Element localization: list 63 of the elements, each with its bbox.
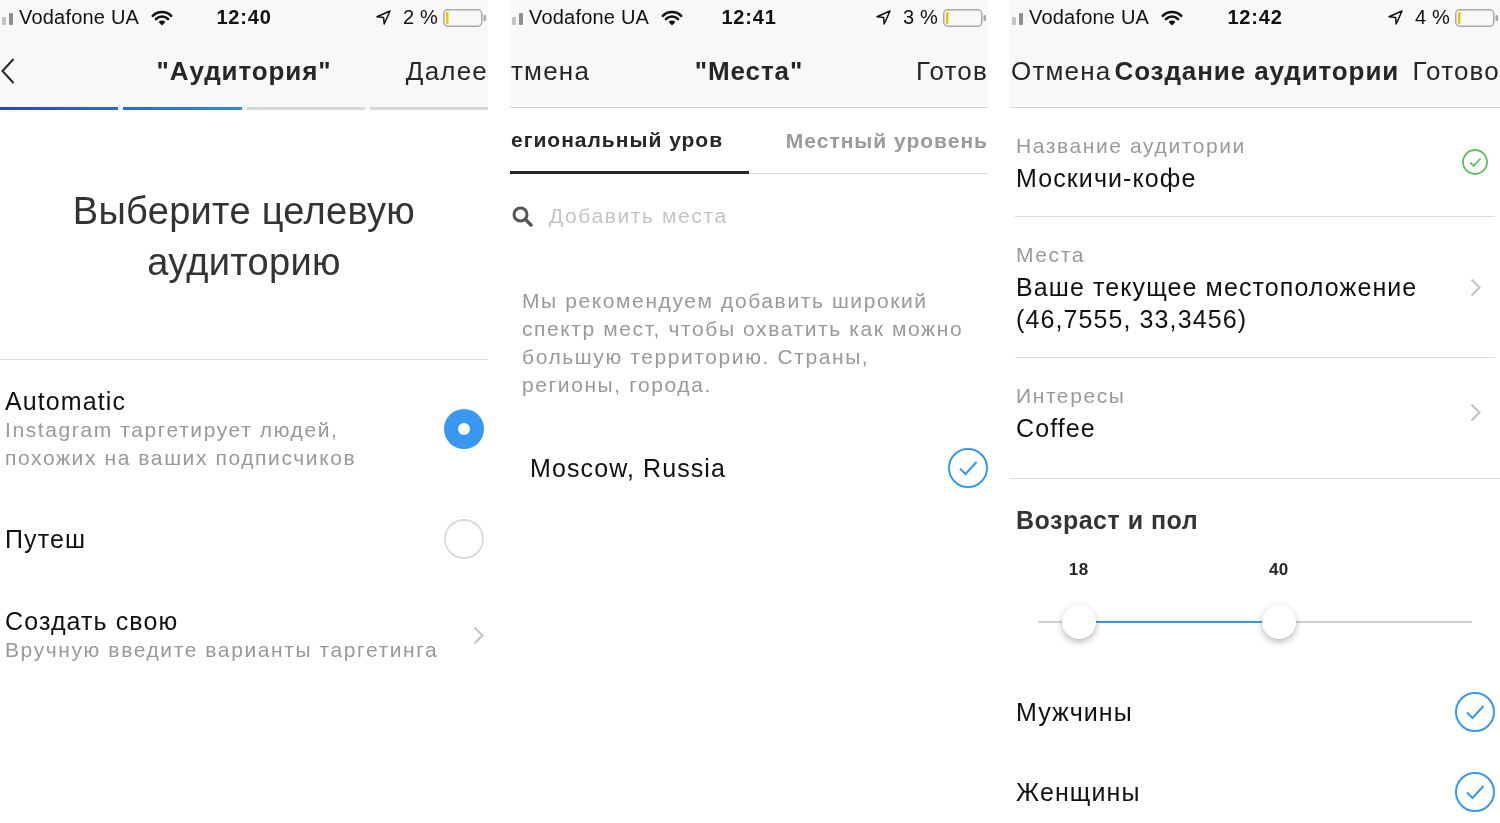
hint-text: Мы рекомендуем добавить широкий спектр мест, чтобы охватить как можно большую территорию. Страны, регионы, города. — [522, 288, 965, 398]
field-label: Название аудитории — [1016, 133, 1246, 159]
chevron-right-icon[interactable] — [473, 625, 484, 645]
wifi-icon — [661, 9, 684, 26]
slider-thumb[interactable] — [1261, 605, 1296, 639]
radio-button[interactable] — [444, 409, 484, 449]
battery-icon — [943, 8, 986, 27]
field-value: Москичи-кофе — [1016, 163, 1198, 194]
location-arrow-icon — [375, 10, 391, 25]
slider-thumb[interactable] — [1061, 605, 1096, 639]
radio-button[interactable] — [444, 519, 484, 559]
check-circle-icon[interactable] — [1455, 692, 1495, 732]
tab[interactable]: егиональный уров — [510, 108, 749, 174]
nav-right-button[interactable]: Далее — [405, 55, 488, 87]
search-icon — [512, 205, 533, 227]
check-circle-icon[interactable] — [1455, 772, 1495, 812]
field-value: Coffee — [1016, 413, 1097, 444]
option-title: Создать свою — [5, 606, 180, 636]
option-description: Instagram таргетирует людей, похожих на ваших подписчиков — [5, 417, 358, 471]
chevron-right-icon[interactable] — [1470, 402, 1481, 422]
nav-left-button[interactable]: тмена — [511, 55, 591, 87]
carrier-name: Vodafone UA — [529, 6, 650, 29]
wifi-icon — [151, 9, 174, 26]
status-time: 12:40 — [216, 6, 272, 29]
page-heading: Выберите целевую аудиторию — [71, 189, 417, 285]
battery-icon — [1455, 8, 1498, 27]
field-label: Места — [1016, 242, 1086, 268]
status-time: 12:42 — [1227, 6, 1283, 29]
option-title: Automatic — [5, 386, 128, 416]
slider-value-label: 40 — [1268, 560, 1289, 580]
check-circle-icon[interactable] — [948, 448, 988, 488]
signal-icon — [2, 10, 13, 25]
status-time: 12:41 — [721, 6, 777, 29]
section-title: Возраст и пол — [1015, 505, 1200, 536]
nav-right-button[interactable]: Готово — [1412, 55, 1500, 87]
location-arrow-icon — [875, 10, 891, 25]
wifi-icon — [1161, 9, 1184, 26]
search-field[interactable]: Добавить места — [549, 204, 988, 228]
signal-icon — [512, 10, 523, 25]
option-description: Вручную введите варианты таргетинга — [5, 637, 440, 663]
signal-icon — [1012, 10, 1023, 25]
nav-right-button[interactable]: Готов — [915, 55, 988, 87]
carrier-name: Vodafone UA — [19, 6, 140, 29]
battery-icon — [443, 8, 486, 27]
option-title: Путеш — [5, 524, 88, 554]
battery-percent: 3 % — [902, 6, 938, 29]
battery-percent: 4 % — [1414, 6, 1450, 29]
chevron-right-icon[interactable] — [1470, 277, 1481, 297]
nav-title: "Аудитория" — [155, 55, 333, 87]
carrier-name: Vodafone UA — [1029, 6, 1150, 29]
field-label: Интересы — [1016, 383, 1126, 409]
nav-title: "Места" — [693, 55, 805, 87]
nav-left-button[interactable]: Отмена — [1011, 55, 1112, 87]
nav-title: Создание аудитории — [1113, 55, 1401, 87]
battery-percent: 2 % — [402, 6, 438, 29]
place-name: Moscow, Russia — [530, 453, 726, 483]
gender-label: Женщины — [1016, 777, 1141, 807]
field-value: Ваше текущее местоположение (46,7555, 33,3456) — [1016, 272, 1419, 335]
slider-value-label: 18 — [1068, 560, 1089, 580]
gender-label: Мужчины — [1016, 697, 1133, 727]
back-icon[interactable] — [1, 58, 15, 84]
location-arrow-icon — [1387, 10, 1403, 25]
check-circle-icon — [1462, 149, 1488, 175]
